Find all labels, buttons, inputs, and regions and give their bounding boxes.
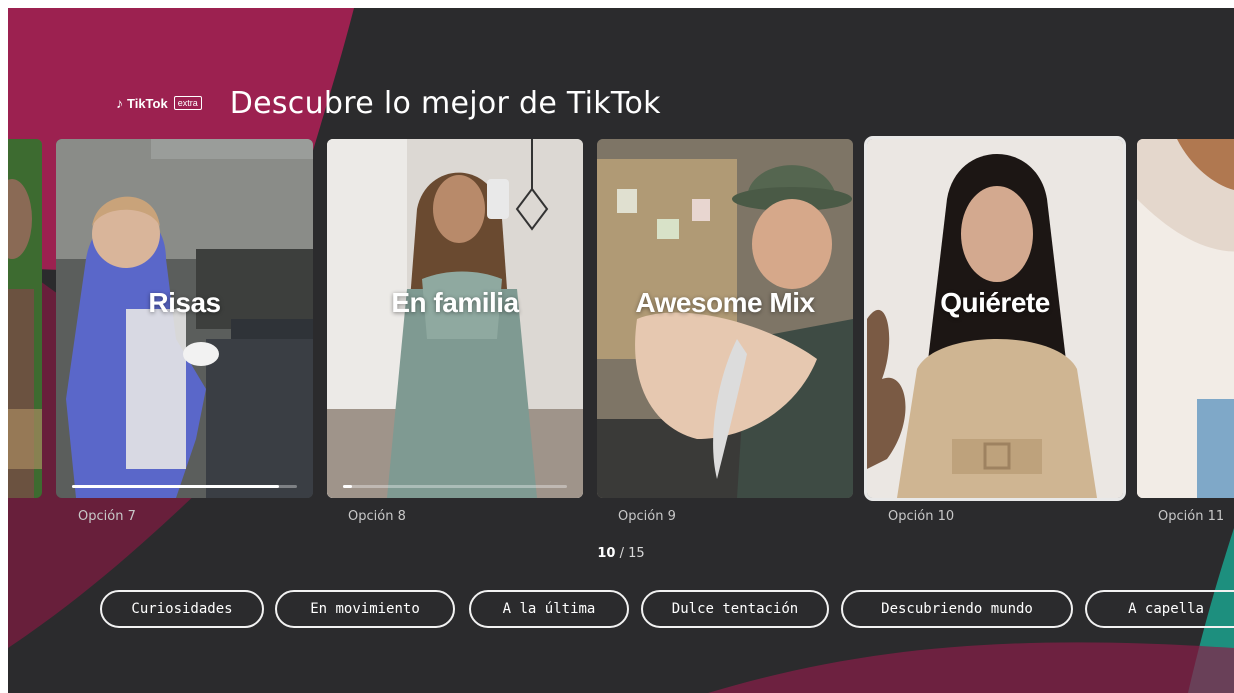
- progress-fill: [72, 485, 279, 488]
- option-label: Opción 7: [78, 509, 136, 524]
- video-card-11[interactable]: P: [1137, 139, 1234, 498]
- counter-current: 10: [597, 546, 616, 561]
- tiktok-extra-logo: ♪ TikTok extra: [116, 95, 202, 111]
- counter-separator: /: [615, 546, 629, 561]
- progress-fill: [343, 485, 352, 488]
- page-title: Descubre lo mejor de TikTok: [229, 85, 661, 121]
- progress-bar: [72, 485, 297, 488]
- video-card-8[interactable]: En familia: [327, 139, 583, 498]
- tiktok-note-icon: ♪: [116, 95, 123, 111]
- option-label: Opción 11: [1158, 509, 1225, 524]
- logo-text: TikTok: [127, 95, 168, 111]
- category-title: En familia: [391, 287, 519, 318]
- header: ♪ TikTok extra Descubre lo mejor de TikT…: [116, 80, 661, 126]
- option-label: Opción 10: [888, 509, 955, 524]
- video-card-7[interactable]: Risas: [56, 139, 313, 498]
- tiktok-screen: ♪ TikTok extra Descubre lo mejor de TikT…: [8, 8, 1234, 693]
- magenta-bottom-shape: [708, 642, 1234, 693]
- chip-curiosidades[interactable]: Curiosidades: [100, 590, 264, 628]
- category-title: Awesome Mix: [635, 287, 815, 318]
- page-counter: 10 / 15: [8, 546, 1234, 561]
- chip-en-movimiento[interactable]: En movimiento: [275, 590, 455, 628]
- chip-a-capella[interactable]: A capella: [1085, 590, 1234, 628]
- chip-a-la-ultima[interactable]: A la última: [469, 590, 629, 628]
- card-thumbnail-partial: [1137, 139, 1234, 498]
- counter-total: 15: [628, 546, 645, 561]
- progress-bar: [343, 485, 567, 488]
- category-title: Risas: [148, 287, 221, 318]
- logo-badge: extra: [173, 96, 202, 110]
- video-card-6[interactable]: [8, 139, 42, 498]
- option-label: Opción 8: [348, 509, 406, 524]
- video-card-9[interactable]: Awesome Mix: [597, 139, 853, 498]
- category-title: Quiérete: [940, 287, 1050, 318]
- chip-descubriendo-mundo[interactable]: Descubriendo mundo: [841, 590, 1073, 628]
- option-label: Opción 9: [618, 509, 676, 524]
- chip-dulce-tentacion[interactable]: Dulce tentación: [641, 590, 829, 628]
- card-thumbnail: [8, 139, 42, 498]
- video-card-10[interactable]: Quiérete: [864, 136, 1126, 501]
